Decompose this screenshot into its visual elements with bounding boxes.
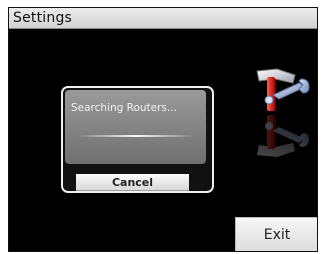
cancel-button-label: Cancel: [111, 176, 154, 189]
dialog-message: Searching Routers...: [71, 102, 177, 114]
title-bar: Settings: [9, 8, 317, 29]
dialog-body: Searching Routers...: [65, 90, 206, 164]
cancel-button[interactable]: Cancel: [76, 174, 189, 191]
exit-button-label: Exit: [263, 227, 291, 243]
progress-indicator: [77, 135, 195, 137]
settings-screen: Settings Searching Routers... Cancel Exi…: [8, 7, 318, 252]
exit-button[interactable]: Exit: [235, 217, 317, 251]
searching-dialog: Searching Routers... Cancel: [61, 86, 214, 193]
tools-icon: [251, 63, 313, 165]
page-title: Settings: [13, 10, 73, 26]
